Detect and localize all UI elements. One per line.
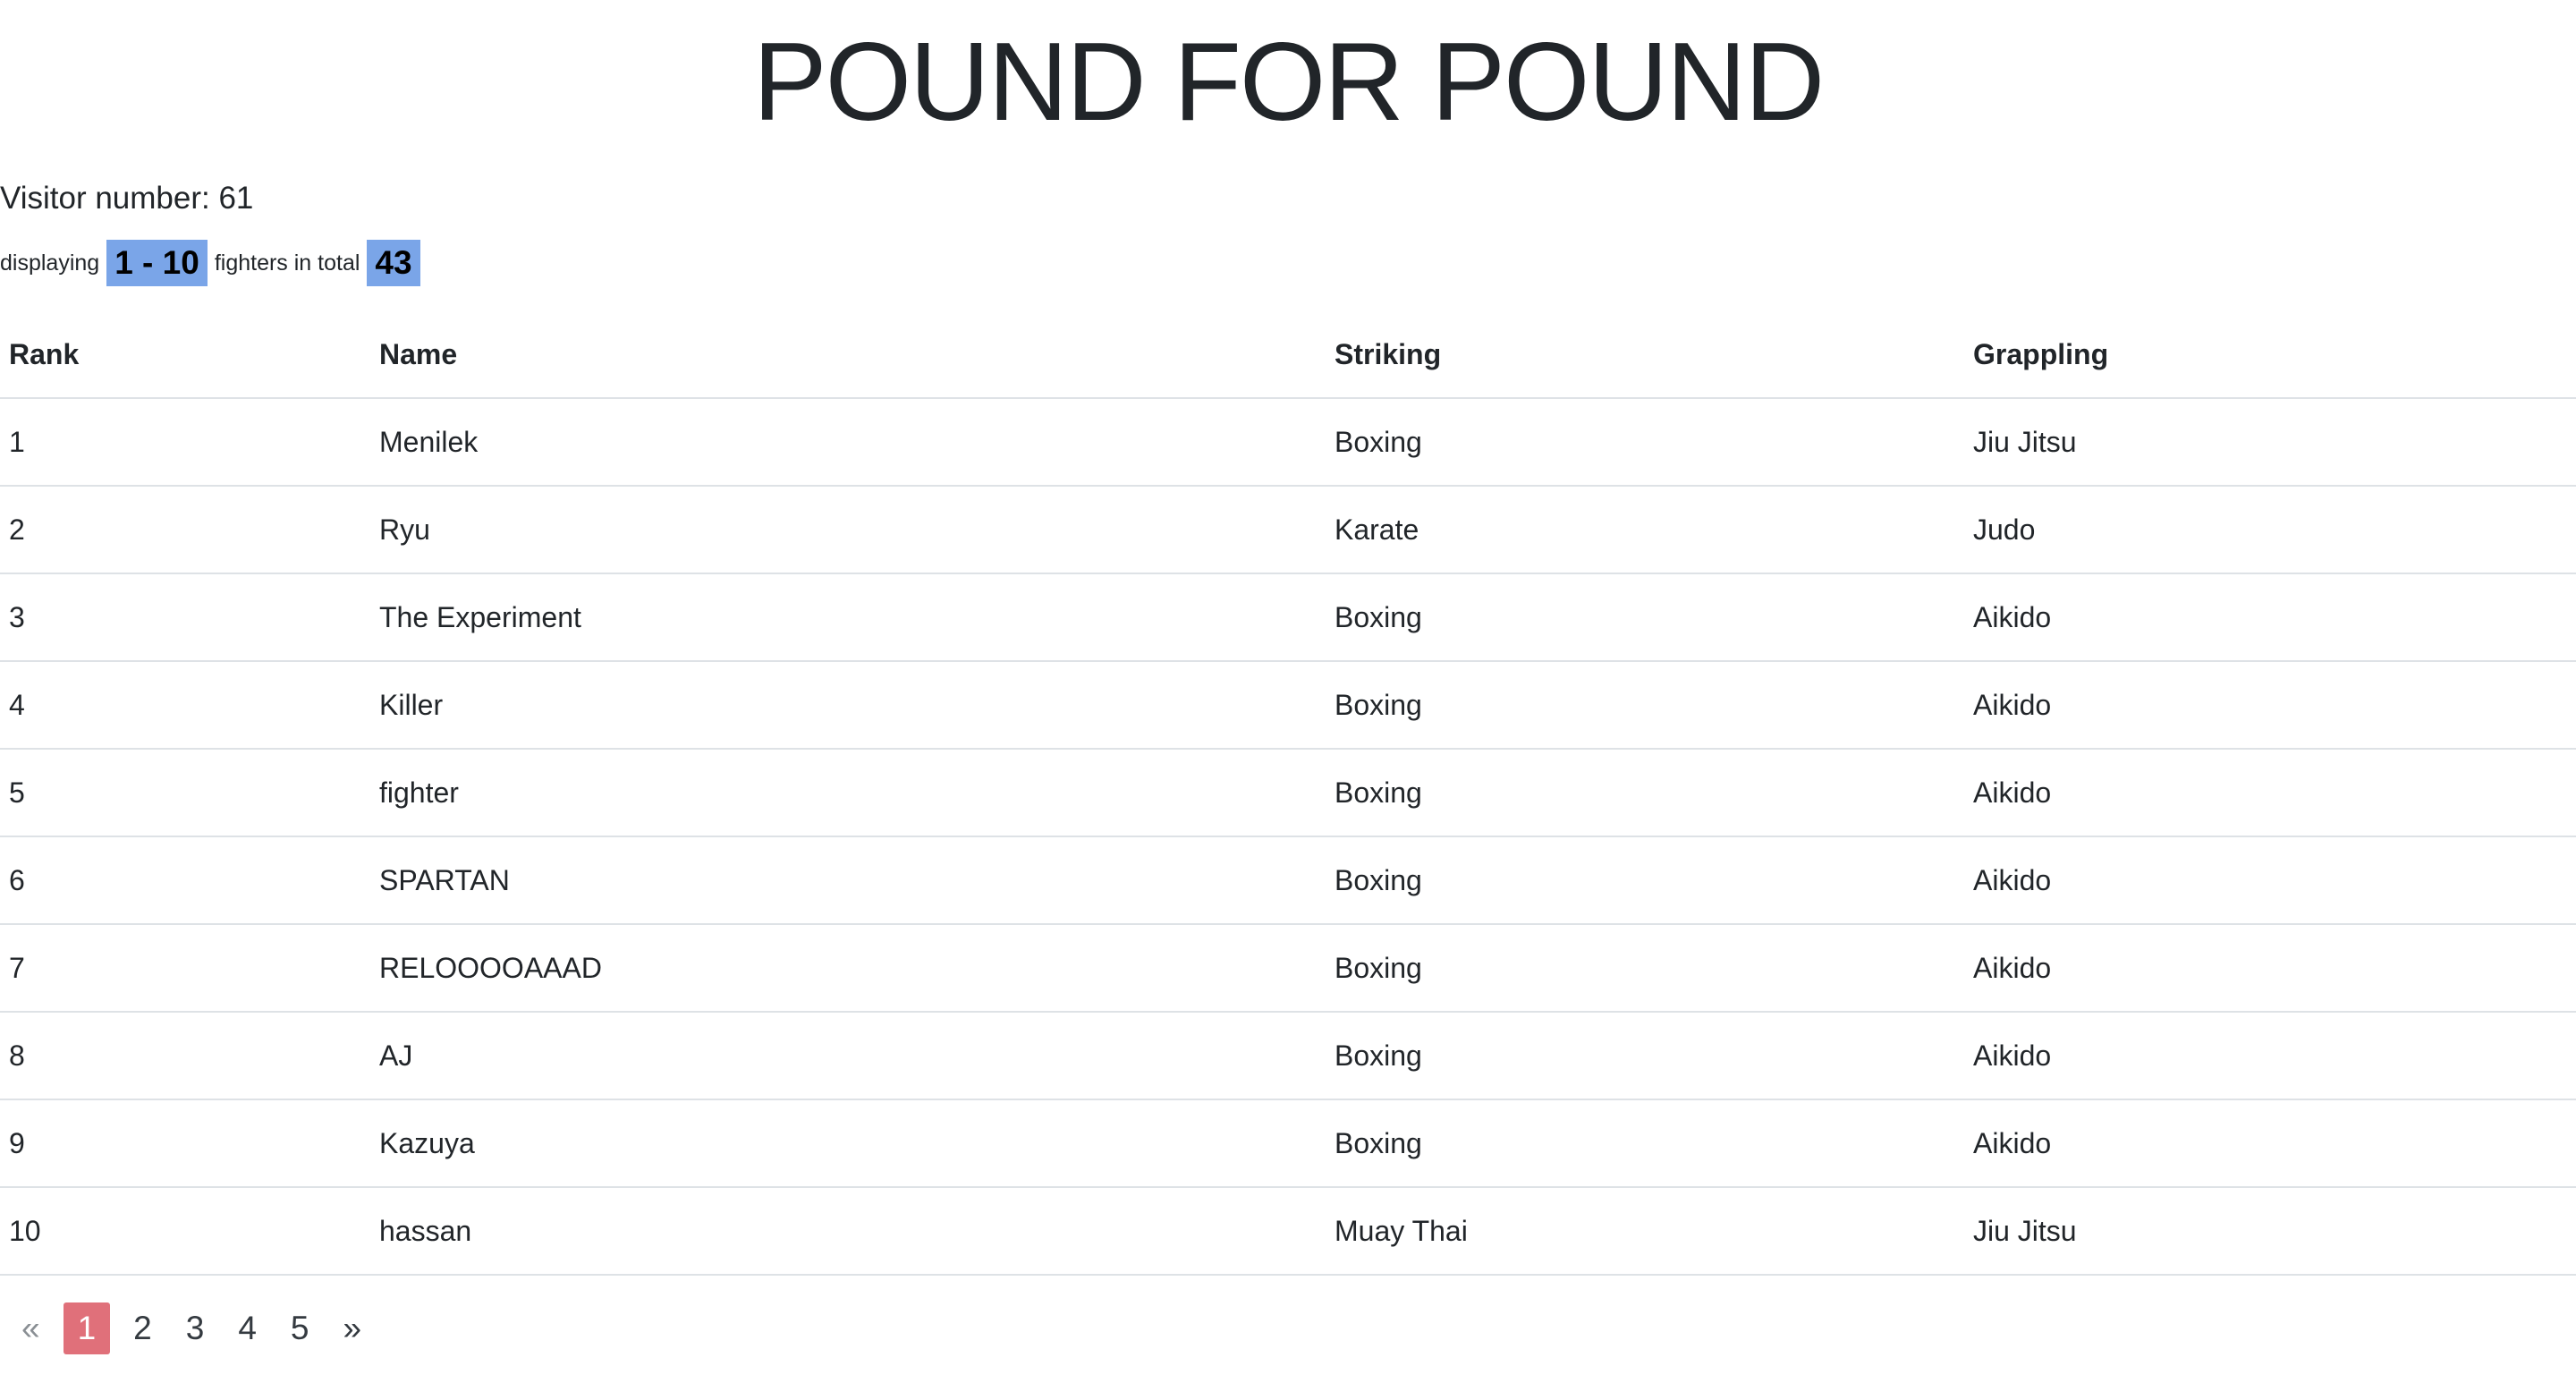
cell-name: Ryu xyxy=(370,486,1326,574)
cell-rank: 6 xyxy=(0,836,370,925)
table-row: 2 Ryu Karate Judo xyxy=(0,486,2576,574)
pagination-page-1[interactable]: 1 xyxy=(63,1302,111,1354)
fighters-table: Rank Name Striking Grappling 1 Menilek B… xyxy=(0,311,2576,1276)
table-row: 5 fighter Boxing Aikido xyxy=(0,749,2576,837)
column-header-grappling[interactable]: Grappling xyxy=(1964,311,2576,399)
cell-striking: Boxing xyxy=(1326,661,1964,750)
display-summary: displaying 1 - 10 fighters in total 43 xyxy=(0,240,428,286)
total-badge: 43 xyxy=(367,240,420,286)
pagination: « 1 2 3 4 5 » xyxy=(11,1302,385,1354)
pagination-page-4[interactable]: 4 xyxy=(227,1302,267,1354)
display-prefix: displaying xyxy=(0,250,100,276)
cell-name: Menilek xyxy=(370,398,1326,487)
cell-grappling: Jiu Jitsu xyxy=(1964,398,2576,487)
column-header-rank[interactable]: Rank xyxy=(0,311,370,399)
cell-striking: Boxing xyxy=(1326,836,1964,925)
column-header-name[interactable]: Name xyxy=(370,311,1326,399)
page-title: POUND FOR POUND xyxy=(752,21,1825,144)
cell-name: Killer xyxy=(370,661,1326,750)
cell-grappling: Aikido xyxy=(1964,749,2576,837)
range-badge: 1 - 10 xyxy=(106,240,208,286)
page: POUND FOR POUND Visitor number: 61 displ… xyxy=(0,0,2576,1383)
cell-striking: Boxing xyxy=(1326,749,1964,837)
cell-name: Kazuya xyxy=(370,1099,1326,1188)
cell-name: The Experiment xyxy=(370,573,1326,662)
table-header-row: Rank Name Striking Grappling xyxy=(0,311,2576,399)
cell-name: SPARTAN xyxy=(370,836,1326,925)
table-row: 6 SPARTAN Boxing Aikido xyxy=(0,836,2576,925)
cell-name: RELOOOOAAAD xyxy=(370,924,1326,1013)
table-row: 10 hassan Muay Thai Jiu Jitsu xyxy=(0,1187,2576,1276)
cell-striking: Karate xyxy=(1326,486,1964,574)
cell-name: AJ xyxy=(370,1012,1326,1100)
cell-striking: Boxing xyxy=(1326,1012,1964,1100)
cell-striking: Boxing xyxy=(1326,398,1964,487)
cell-striking: Boxing xyxy=(1326,573,1964,662)
cell-rank: 5 xyxy=(0,749,370,837)
cell-striking: Muay Thai xyxy=(1326,1187,1964,1276)
cell-grappling: Aikido xyxy=(1964,924,2576,1013)
cell-rank: 9 xyxy=(0,1099,370,1188)
display-middle: fighters in total xyxy=(214,250,360,276)
cell-striking: Boxing xyxy=(1326,1099,1964,1188)
table-row: 8 AJ Boxing Aikido xyxy=(0,1012,2576,1100)
table-row: 9 Kazuya Boxing Aikido xyxy=(0,1099,2576,1188)
cell-grappling: Aikido xyxy=(1964,1099,2576,1188)
visitor-counter: Visitor number: 61 xyxy=(0,181,254,216)
cell-rank: 3 xyxy=(0,573,370,662)
cell-rank: 4 xyxy=(0,661,370,750)
pagination-page-3[interactable]: 3 xyxy=(175,1302,216,1354)
cell-rank: 10 xyxy=(0,1187,370,1276)
pagination-page-5[interactable]: 5 xyxy=(280,1302,320,1354)
cell-rank: 7 xyxy=(0,924,370,1013)
table-row: 7 RELOOOOAAAD Boxing Aikido xyxy=(0,924,2576,1013)
table-row: 3 The Experiment Boxing Aikido xyxy=(0,573,2576,662)
cell-grappling: Aikido xyxy=(1964,573,2576,662)
cell-grappling: Jiu Jitsu xyxy=(1964,1187,2576,1276)
cell-grappling: Judo xyxy=(1964,486,2576,574)
cell-name: hassan xyxy=(370,1187,1326,1276)
cell-grappling: Aikido xyxy=(1964,661,2576,750)
pagination-page-2[interactable]: 2 xyxy=(123,1302,163,1354)
cell-rank: 1 xyxy=(0,398,370,487)
column-header-striking[interactable]: Striking xyxy=(1326,311,1964,399)
cell-rank: 8 xyxy=(0,1012,370,1100)
cell-rank: 2 xyxy=(0,486,370,574)
pagination-prev[interactable]: « xyxy=(11,1302,51,1354)
table-row: 4 Killer Boxing Aikido xyxy=(0,661,2576,750)
table-row: 1 Menilek Boxing Jiu Jitsu xyxy=(0,398,2576,487)
cell-grappling: Aikido xyxy=(1964,836,2576,925)
cell-striking: Boxing xyxy=(1326,924,1964,1013)
pagination-next[interactable]: » xyxy=(332,1302,372,1354)
cell-grappling: Aikido xyxy=(1964,1012,2576,1100)
cell-name: fighter xyxy=(370,749,1326,837)
